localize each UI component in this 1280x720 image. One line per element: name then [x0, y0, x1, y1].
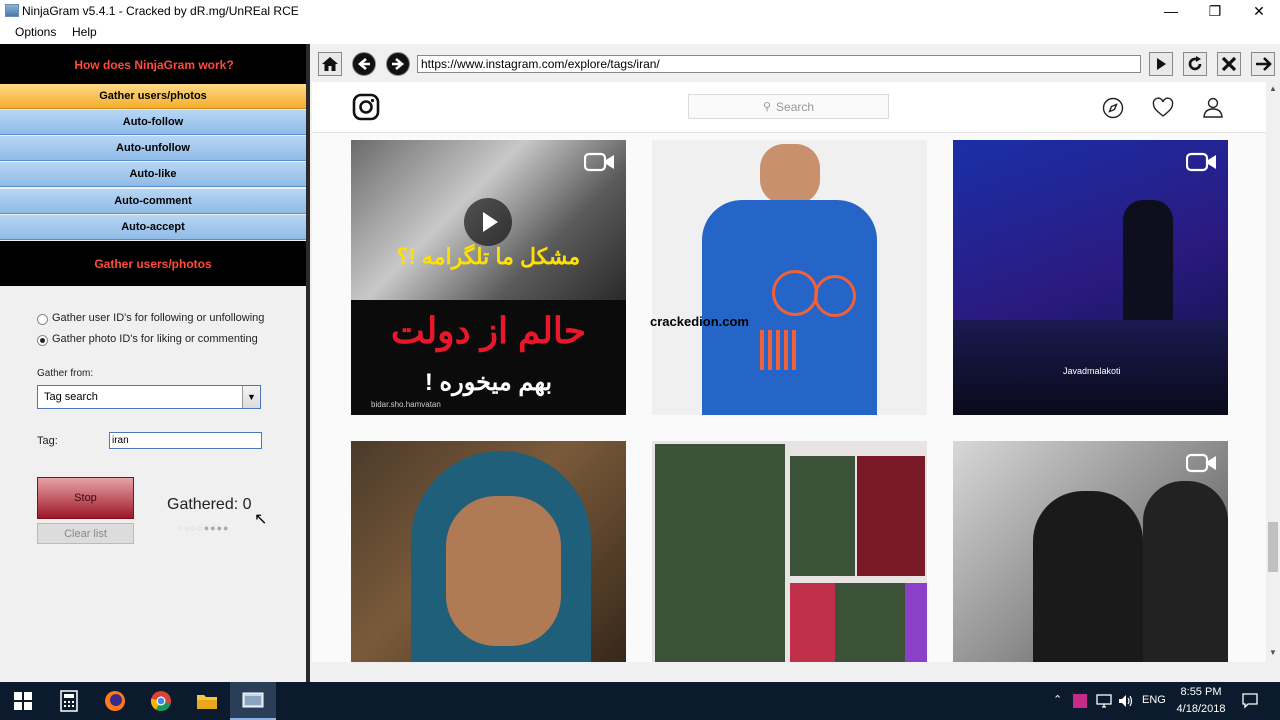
profile-icon[interactable] [1202, 96, 1224, 118]
arrow-right-icon [392, 58, 405, 70]
firefox-icon[interactable] [92, 682, 138, 720]
notifications-icon[interactable] [1242, 693, 1258, 709]
horizontal-scrollbar-area [312, 662, 1266, 682]
close-button[interactable]: ✕ [1236, 0, 1280, 22]
stop-load-button[interactable] [1217, 52, 1241, 76]
home-icon [322, 57, 338, 71]
post-tile-4[interactable] [351, 441, 626, 662]
scrollbar-thumb[interactable] [1268, 522, 1278, 572]
refresh-icon [1188, 56, 1202, 71]
url-bar[interactable]: https://www.instagram.com/explore/tags/i… [417, 55, 1141, 73]
post-tile-2[interactable] [652, 140, 927, 415]
post-image [1033, 491, 1143, 662]
scroll-down-icon[interactable]: ▼ [1269, 648, 1277, 657]
video-camera-icon [584, 152, 614, 172]
compass-icon[interactable] [1102, 97, 1124, 119]
nav-auto-comment[interactable]: Auto-comment [0, 189, 306, 214]
close-icon [1221, 56, 1237, 72]
post-tile-1[interactable]: مشکل ما تلگرامه !؟ حالم از دولت بهم میخو… [351, 140, 626, 415]
gather-from-label: Gather from: [37, 368, 94, 379]
stop-button[interactable]: Stop [37, 477, 134, 519]
panel-splitter[interactable] [306, 44, 310, 684]
arrow-left-icon [357, 58, 370, 70]
search-icon: ⚲ [762, 101, 772, 113]
refresh-button[interactable] [1183, 52, 1207, 76]
nav-gather-users-photos[interactable]: Gather users/photos [0, 84, 306, 109]
loading-spinner: ○○○○●●●● [178, 523, 230, 533]
gather-from-value: Tag search [44, 391, 98, 403]
play-button-icon[interactable] [464, 198, 512, 246]
restore-button[interactable]: ❐ [1192, 0, 1238, 22]
tray-app-icon[interactable] [1073, 694, 1087, 708]
post-tile-6[interactable] [953, 441, 1228, 662]
post-tile-3[interactable]: Javadmalakoti [953, 140, 1228, 415]
gathered-count: Gathered: 0 [167, 496, 252, 513]
minimize-button[interactable]: — [1148, 0, 1194, 22]
radio-gather-photos[interactable] [37, 335, 48, 346]
clock-date[interactable]: 4/18/2018 [1174, 703, 1228, 715]
navigate-button[interactable] [1251, 52, 1275, 76]
post-tile-5[interactable] [652, 441, 927, 662]
nav-auto-follow[interactable]: Auto-follow [0, 110, 306, 135]
video-camera-icon [1186, 152, 1216, 172]
nav-auto-unfollow[interactable]: Auto-unfollow [0, 136, 306, 161]
menu-options[interactable]: Options [15, 25, 56, 39]
calculator-icon[interactable] [46, 682, 92, 720]
tag-input[interactable]: iran [109, 432, 262, 449]
app-icon [5, 4, 19, 17]
post-overlay-text-top: مشکل ما تلگرامه !؟ [396, 244, 581, 269]
instagram-search-input[interactable]: ⚲ Search [688, 94, 889, 119]
volume-icon[interactable] [1118, 694, 1134, 708]
network-icon[interactable] [1096, 694, 1112, 708]
language-indicator[interactable]: ENG [1142, 694, 1166, 706]
back-button[interactable] [352, 52, 376, 76]
post-credit: bidar.sho.hamvatan [371, 400, 441, 409]
watermark-text: crackedion.com [650, 314, 749, 329]
ninjagram-taskbar-icon[interactable] [230, 682, 276, 720]
instagram-logo-icon[interactable] [352, 93, 380, 121]
show-hidden-icons-icon[interactable]: ⌃ [1053, 693, 1062, 706]
menu-help[interactable]: Help [72, 25, 97, 39]
go-button[interactable] [1149, 52, 1173, 76]
post-overlay-text-bottom: بهم میخوره ! [424, 369, 553, 396]
play-icon [1157, 58, 1166, 70]
instagram-header: ⚲ Search [312, 82, 1266, 133]
post-image [760, 144, 820, 204]
home-button[interactable] [318, 52, 342, 76]
radio-gather-users-label: Gather user ID's for following or unfoll… [52, 312, 265, 324]
window-title: NinjaGram v5.4.1 - Cracked by dR.mg/UnRE… [22, 4, 299, 18]
chevron-down-icon[interactable]: ▼ [242, 386, 260, 408]
windows-start-icon[interactable] [0, 682, 46, 720]
nav-auto-like[interactable]: Auto-like [0, 162, 306, 187]
radio-gather-users[interactable] [37, 314, 48, 325]
how-it-works-link[interactable]: How does NinjaGram work? [0, 44, 308, 86]
post-overlay-text-mid: حالم از دولت [390, 310, 587, 351]
left-panel: How does NinjaGram work? Gather users/ph… [0, 44, 308, 682]
nav-auto-accept[interactable]: Auto-accept [0, 215, 306, 240]
video-camera-icon [1186, 453, 1216, 473]
post-image [655, 444, 785, 662]
forward-button[interactable] [386, 52, 410, 76]
gather-from-select[interactable]: Tag search ▼ [37, 385, 261, 409]
post-credit: Javadmalakoti [1063, 366, 1121, 376]
web-view: ⚲ Search مشکل ما تلگرامه !؟ حالم از دولت… [312, 82, 1266, 662]
tag-label: Tag: [37, 435, 58, 447]
mouse-cursor-icon: ↖ [254, 511, 268, 528]
taskbar: ⌃ ENG 8:55 PM 4/18/2018 [0, 682, 1280, 720]
scroll-up-icon[interactable]: ▲ [1269, 84, 1277, 93]
vertical-scrollbar[interactable]: ▲ ▼ [1266, 82, 1280, 662]
menu-bar: Options Help [0, 22, 1280, 45]
arrow-right-icon [1256, 57, 1272, 71]
heart-icon[interactable] [1152, 97, 1174, 119]
file-explorer-icon[interactable] [184, 682, 230, 720]
window-title-bar: NinjaGram v5.4.1 - Cracked by dR.mg/UnRE… [0, 0, 1280, 22]
chrome-icon[interactable] [138, 682, 184, 720]
radio-gather-photos-label: Gather photo ID's for liking or commenti… [52, 333, 258, 345]
section-title: Gather users/photos [0, 241, 306, 286]
clock-time[interactable]: 8:55 PM [1180, 686, 1222, 698]
clear-list-button[interactable]: Clear list [37, 523, 134, 544]
